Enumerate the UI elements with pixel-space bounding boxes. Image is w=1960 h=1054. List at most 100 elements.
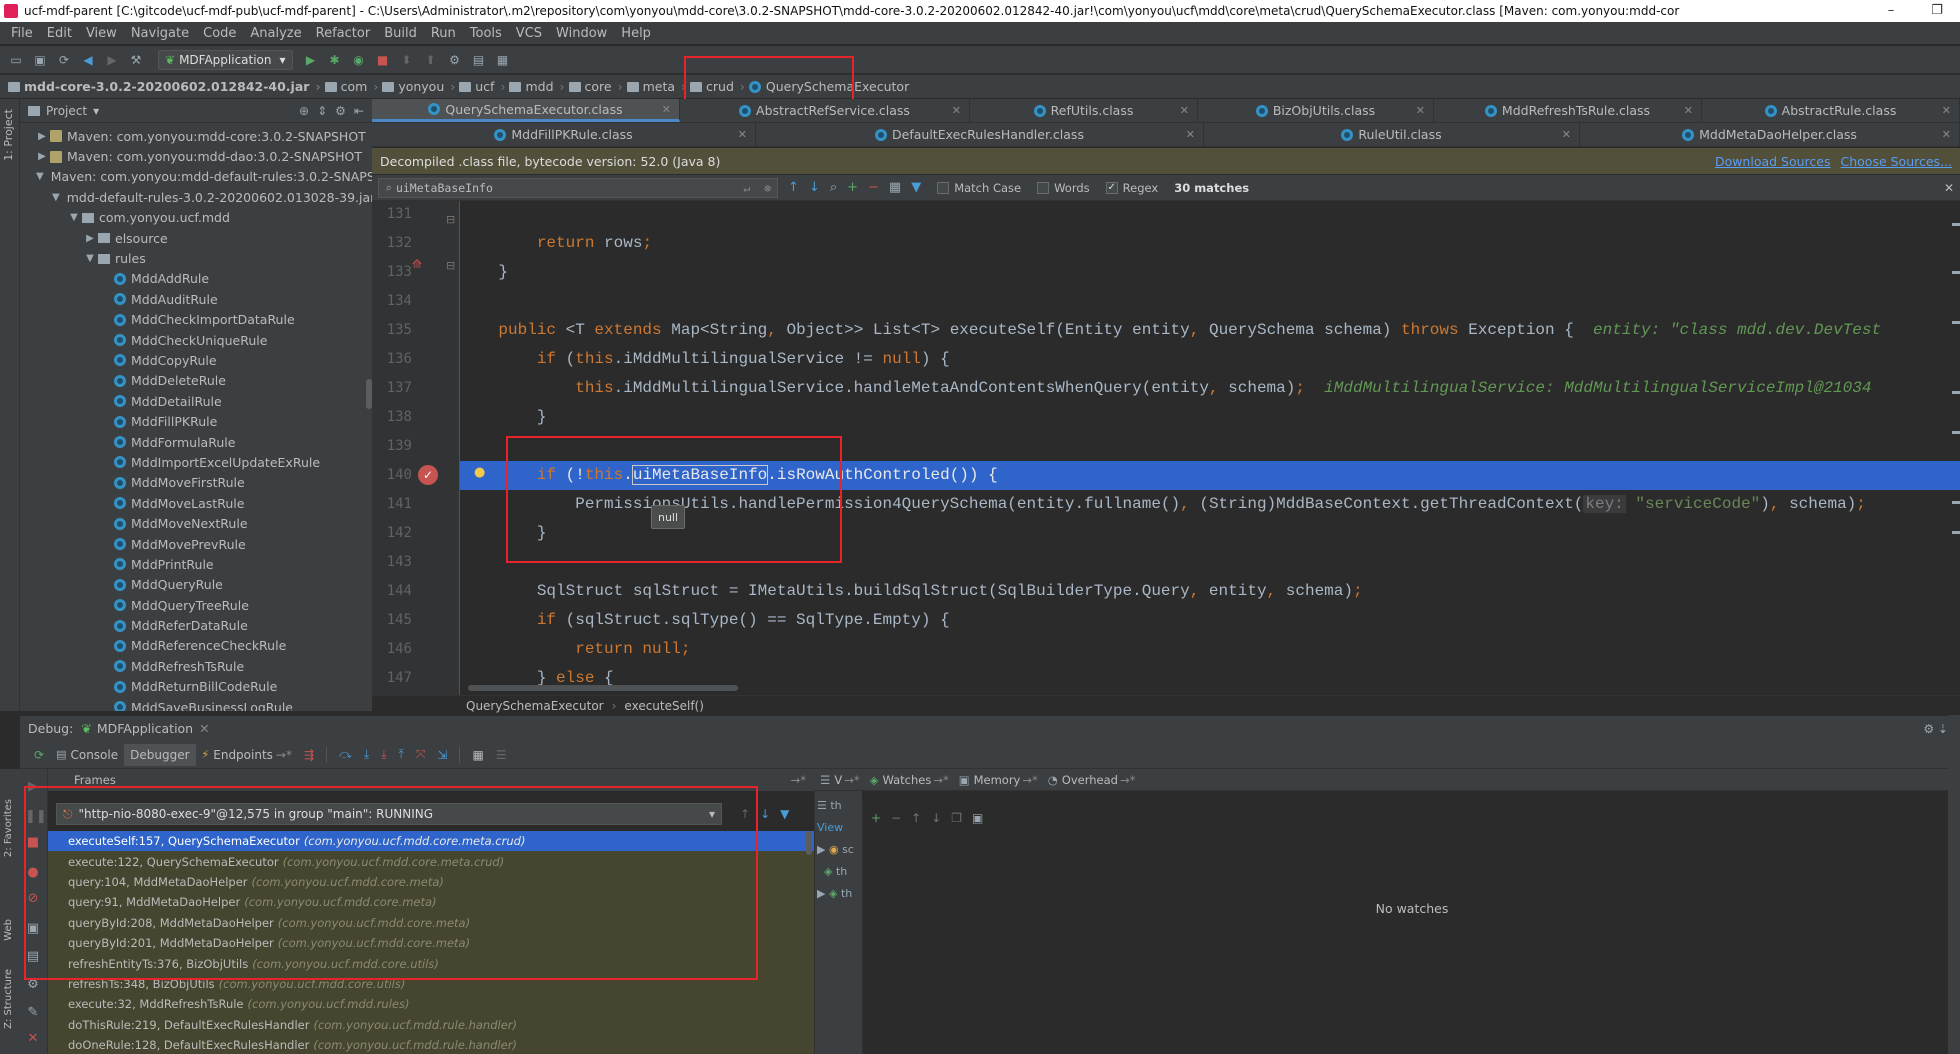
tab-query-schema-executor[interactable]: QuerySchemaExecutor.class ✕ <box>372 99 680 122</box>
tree-class-item[interactable]: MddDetailRule <box>20 391 372 411</box>
tab-mdd-meta-dao-helper[interactable]: MddMetaDaoHelper.class ✕ <box>1580 123 1960 146</box>
menu-help[interactable]: Help <box>614 26 658 41</box>
variable-row[interactable]: ▶ ◈ th <box>817 887 852 900</box>
breadcrumb-core[interactable]: core › <box>568 79 623 94</box>
tree-class-item[interactable]: MddImportExcelUpdateExRule <box>20 452 372 472</box>
menu-build[interactable]: Build <box>377 26 424 41</box>
tree-class-item[interactable]: MddCopyRule <box>20 350 372 370</box>
show-types-icon[interactable]: ▣ <box>972 811 983 825</box>
tree-class-item[interactable]: MddSaveBusinessLogRule <box>20 697 372 711</box>
frames-scrollbar[interactable] <box>806 831 812 855</box>
tree-class-item[interactable]: MddReferenceCheckRule <box>20 636 372 656</box>
step-over-icon[interactable]: ⤼ <box>333 744 358 766</box>
open-folder-icon[interactable]: ▭ <box>6 50 26 70</box>
run-config-select[interactable]: ❦ MDFApplication ▾ <box>158 49 293 70</box>
hide-frames-icon[interactable]: →* <box>791 773 814 787</box>
tree-class-item[interactable]: MddCheckUniqueRule <box>20 330 372 350</box>
regex-checkbox[interactable]: ✓ Regex <box>1105 181 1158 195</box>
sdk-icon[interactable]: ▦ <box>493 50 513 70</box>
tab-ref-utils[interactable]: RefUtils.class ✕ <box>970 99 1198 122</box>
tab-memory[interactable]: ▣ Memory →* <box>959 773 1038 787</box>
close-icon[interactable]: ✕ <box>1416 104 1425 117</box>
tab-console[interactable]: ▤ Console <box>50 744 124 766</box>
breadcrumb-com[interactable]: com › <box>324 79 378 94</box>
locate-icon[interactable]: ⊕ <box>299 104 309 118</box>
chevron-down-icon[interactable]: ▼ <box>68 212 80 223</box>
fold-marker-icon[interactable]: ⊟ <box>446 259 455 272</box>
build-icon[interactable]: ⚒ <box>126 50 146 70</box>
save-icon[interactable]: ▣ <box>30 50 50 70</box>
breadcrumb-ucf[interactable]: ucf › <box>459 79 505 94</box>
choose-sources-link[interactable]: Choose Sources... <box>1841 154 1953 169</box>
forward-icon[interactable]: ▶ <box>102 50 122 70</box>
variable-row[interactable]: ◈ th <box>817 865 847 878</box>
tab-rule-util[interactable]: RuleUtil.class ✕ <box>1204 123 1580 146</box>
tree-library-item[interactable]: ▼ mdd-default-rules-3.0.2-20200602.013028… <box>20 187 372 207</box>
tree-package-item[interactable]: ▼ com.yonyou.ucf.mdd <box>20 208 372 228</box>
coverage-icon[interactable]: ◉ <box>349 50 369 70</box>
tree-class-item[interactable]: MddMovePrevRule <box>20 534 372 554</box>
step-out-icon[interactable]: ⤒ <box>393 744 410 766</box>
stack-frame[interactable]: execute:32, MddRefreshTsRule (com.yonyou.… <box>48 994 814 1014</box>
close-icon[interactable]: ✕ <box>662 103 671 116</box>
tree-class-item[interactable]: MddRefreshTsRule <box>20 656 372 676</box>
menu-file[interactable]: File <box>4 26 40 41</box>
previous-match-icon[interactable]: ↑ <box>788 180 799 195</box>
stack-frame[interactable]: doThisRule:219, DefaultExecRulesHandler(… <box>48 1015 814 1035</box>
rerun-icon[interactable]: ⟳ <box>28 744 50 766</box>
move-down-icon[interactable]: ↓ <box>931 811 941 825</box>
chevron-down-icon[interactable]: ▾ <box>93 104 99 118</box>
tree-class-item[interactable]: MddQueryRule <box>20 575 372 595</box>
menu-window[interactable]: Window <box>549 26 614 41</box>
evaluate-icon[interactable]: ▦ <box>466 744 489 766</box>
tree-package-item[interactable]: ▼ rules <box>20 248 372 268</box>
menu-view[interactable]: View <box>79 26 124 41</box>
menu-tools[interactable]: Tools <box>463 26 509 41</box>
drop-frame-icon[interactable]: ⤧ <box>410 744 432 766</box>
tree-class-item[interactable]: MddReturnBillCodeRule <box>20 677 372 697</box>
remove-occurrence-icon[interactable]: − <box>868 180 879 195</box>
tab-abstract-rule[interactable]: AbstractRule.class ✕ <box>1702 99 1960 122</box>
menu-navigate[interactable]: Navigate <box>124 26 196 41</box>
breadcrumb-method[interactable]: executeSelf() <box>624 699 704 713</box>
debug-session-tab[interactable]: ❦ MDFApplication ✕ <box>81 721 209 736</box>
tab-biz-obj-utils[interactable]: BizObjUtils.class ✕ <box>1198 99 1434 122</box>
intention-bulb-icon[interactable]: ● <box>474 465 485 480</box>
maximize-button[interactable]: ❐ <box>1914 0 1960 22</box>
chevron-down-icon[interactable]: ▼ <box>36 171 44 182</box>
tree-class-item[interactable]: MddMoveNextRule <box>20 513 372 533</box>
close-icon[interactable]: ✕ <box>738 128 747 141</box>
close-debug-icon[interactable]: ✕ <box>25 1031 41 1047</box>
run-icon[interactable]: ▶ <box>301 50 321 70</box>
chevron-right-icon[interactable]: ▶ <box>84 233 96 244</box>
filter-icon[interactable]: ▼ <box>911 180 921 195</box>
stop-icon[interactable]: ■ <box>373 50 393 70</box>
vcs-push-icon[interactable]: ⬆ <box>421 50 441 70</box>
tree-class-item[interactable]: MddAddRule <box>20 269 372 289</box>
breadcrumb-meta[interactable]: meta › <box>626 79 686 94</box>
tab-debugger[interactable]: Debugger <box>124 743 196 766</box>
tree-class-item[interactable]: MddFormulaRule <box>20 432 372 452</box>
back-icon[interactable]: ◀ <box>78 50 98 70</box>
menu-refactor[interactable]: Refactor <box>309 26 378 41</box>
breadcrumb-jar[interactable]: mdd-core-3.0.2-20200602.012842-40.jar › <box>8 79 321 94</box>
variable-row[interactable]: ▶ ◉ sc <box>817 843 854 856</box>
tree-class-item[interactable]: MddDeleteRule <box>20 371 372 391</box>
tab-mdd-fill-pk-rule[interactable]: MddFillPKRule.class ✕ <box>372 123 756 146</box>
tree-class-item[interactable]: MddQueryTreeRule <box>20 595 372 615</box>
chevron-right-icon[interactable]: ▶ <box>36 131 48 142</box>
menu-code[interactable]: Code <box>196 26 243 41</box>
tree-class-item[interactable]: MddMoveLastRule <box>20 493 372 513</box>
chevron-down-icon[interactable]: ▼ <box>52 192 60 203</box>
breadcrumb-mdd[interactable]: mdd › <box>509 79 565 94</box>
tree-class-item[interactable]: MddPrintRule <box>20 554 372 574</box>
variables-tools[interactable]: ☰ th <box>817 799 842 812</box>
web-tool-tab[interactable]: Web <box>3 919 14 941</box>
tab-default-exec-rules-handler[interactable]: DefaultExecRulesHandler.class ✕ <box>756 123 1204 146</box>
pin-icon[interactable]: ✎ <box>25 1005 41 1021</box>
next-match-icon[interactable]: ↓ <box>809 180 820 195</box>
show-execution-point-icon[interactable]: ⇶ <box>298 744 320 766</box>
debug-icon[interactable]: ✱ <box>325 50 345 70</box>
tree-package-item[interactable]: ▶ elsource <box>20 228 372 248</box>
tab-abstract-ref-service[interactable]: AbstractRefService.class ✕ <box>680 99 970 122</box>
